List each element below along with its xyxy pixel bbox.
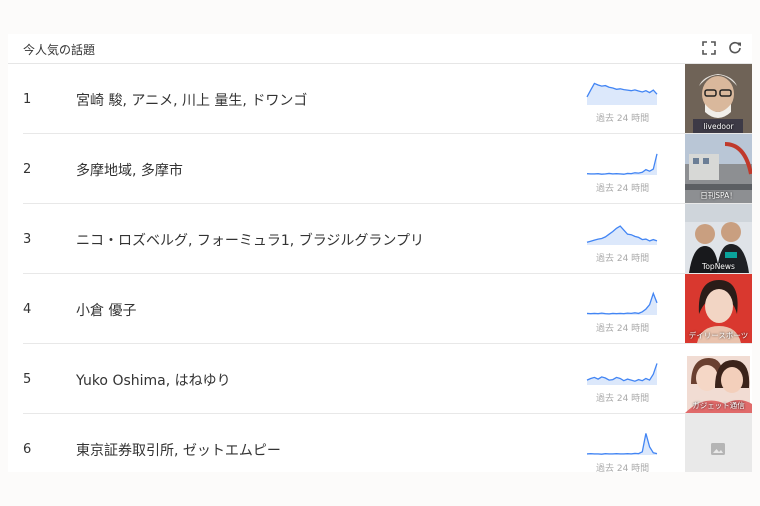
topic-rank: 3 — [23, 232, 32, 247]
topic-rank: 4 — [23, 302, 32, 317]
news-source: デイリースポーツ — [688, 331, 749, 340]
topic-rank: 2 — [23, 162, 32, 177]
sparkline-chart — [586, 225, 658, 245]
time-range-label: 過去 24 時間 — [596, 184, 650, 194]
topic-row[interactable]: 5 Yuko Oshima, はねゆり 過去 24 時間 ガジェット通信 — [23, 344, 752, 414]
topic-rank: 1 — [23, 92, 32, 107]
news-thumbnail[interactable]: デイリースポーツ — [685, 274, 752, 343]
sparkline-chart — [586, 153, 658, 175]
time-range-label: 過去 24 時間 — [596, 394, 650, 404]
news-thumbnail[interactable]: ガジェット通信 — [685, 344, 752, 413]
topic-row[interactable]: 4 小倉 優子 過去 24 時間 デイリースポーツ — [23, 274, 752, 344]
sparkline-line — [586, 363, 658, 382]
news-source: livedoor — [703, 122, 734, 131]
topic-row[interactable]: 1 宮崎 駿, アニメ, 川上 量生, ドワンゴ 過去 24 時間 livedo… — [23, 64, 752, 134]
news-thumbnail[interactable]: livedoor — [685, 64, 752, 133]
sparkline-area — [587, 83, 657, 105]
topic-names[interactable]: Yuko Oshima, はねゆり — [76, 370, 231, 390]
news-source: ガジェット通信 — [692, 401, 745, 410]
topic-names[interactable]: 小倉 優子 — [76, 300, 136, 320]
topic-names[interactable]: 多摩地域, 多摩市 — [76, 160, 183, 180]
sparkline-area — [587, 293, 657, 315]
refresh-icon[interactable] — [728, 41, 742, 55]
time-range-label: 過去 24 時間 — [596, 464, 650, 472]
news-source: TopNews — [702, 262, 735, 271]
sparkline-area — [587, 363, 657, 385]
image-icon — [711, 443, 725, 455]
topic-names[interactable]: ニコ・ロズベルグ, フォーミュラ1, ブラジルグランプリ — [76, 230, 424, 250]
time-range-label: 過去 24 時間 — [596, 114, 650, 124]
topic-names[interactable]: 東京証券取引所, ゼットエムピー — [76, 440, 281, 460]
topic-names[interactable]: 宮崎 駿, アニメ, 川上 量生, ドワンゴ — [76, 90, 307, 110]
sparkline-chart — [586, 291, 658, 315]
news-thumbnail[interactable]: TopNews — [685, 204, 752, 273]
sparkline-area — [587, 153, 657, 175]
news-thumbnail[interactable]: 日刊SPA！ — [685, 134, 752, 203]
panel-title: 今人気の話題 — [23, 43, 96, 57]
sparkline-chart — [586, 433, 658, 455]
panel-header: 今人気の話題 — [8, 34, 752, 64]
news-source: 日刊SPA！ — [700, 191, 737, 200]
time-range-label: 過去 24 時間 — [596, 254, 650, 264]
topic-row[interactable]: 2 多摩地域, 多摩市 過去 24 時間 日刊SPA！ — [23, 134, 752, 204]
topic-rank: 5 — [23, 372, 32, 387]
topic-row[interactable]: 6 東京証券取引所, ゼットエムピー 過去 24 時間 — [23, 414, 752, 472]
fullscreen-icon[interactable] — [702, 41, 716, 55]
news-thumbnail-placeholder — [685, 414, 752, 472]
topic-row[interactable]: 3 ニコ・ロズベルグ, フォーミュラ1, ブラジルグランプリ 過去 24 時間 … — [23, 204, 752, 274]
sparkline-chart — [586, 82, 658, 105]
trending-panel: 今人気の話題 1 宮崎 駿, アニメ, 川上 量生, ドワンゴ 過去 24 時間… — [8, 34, 752, 472]
sparkline-chart — [586, 363, 658, 385]
time-range-label: 過去 24 時間 — [596, 324, 650, 334]
topic-rank: 6 — [23, 442, 32, 457]
